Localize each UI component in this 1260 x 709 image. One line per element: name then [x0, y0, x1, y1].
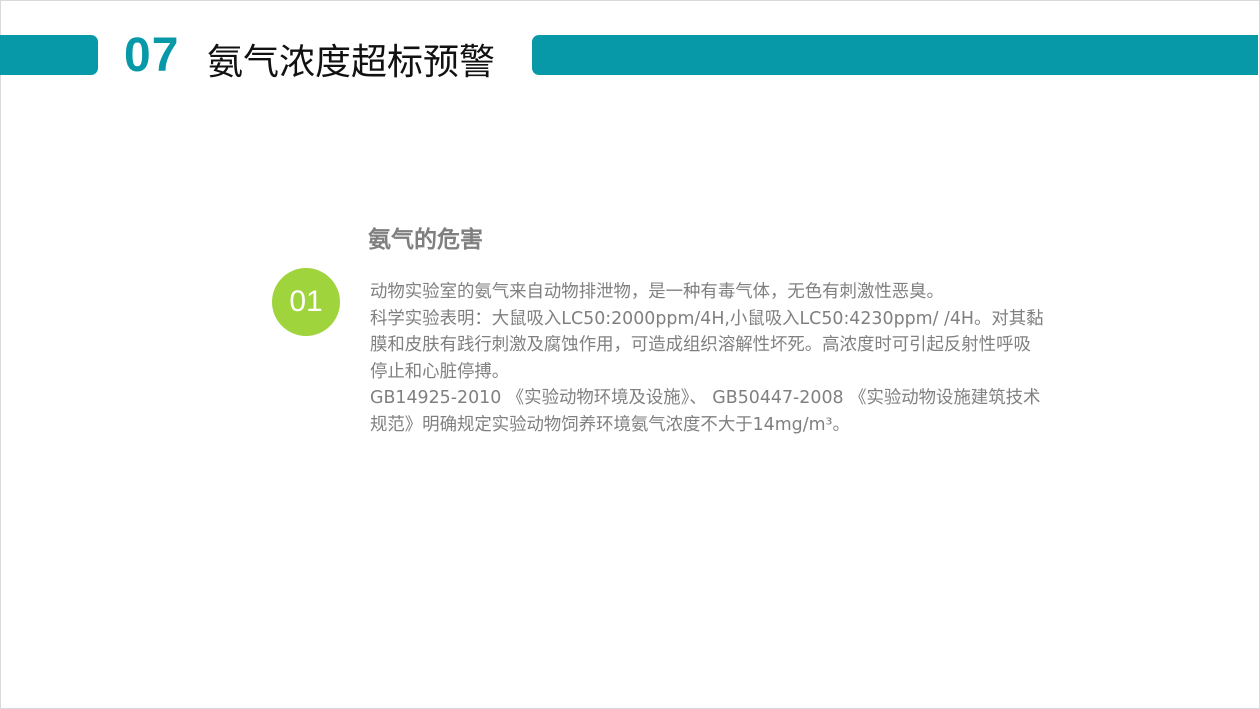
body-line: 规范》明确规定实验动物饲养环境氨气浓度不大于14mg/m³。 [370, 414, 850, 435]
header-accent-bar-left [0, 35, 98, 75]
header-accent-bar-right [532, 35, 1258, 75]
body-line: 膜和皮肤有践行刺激及腐蚀作用，可造成组织溶解性坏死。高浓度时可引起反射性呼吸 [370, 335, 1031, 355]
body-line: 动物实验室的氨气来自动物排泄物，是一种有毒气体，无色有刺激性恶臭。 [370, 282, 944, 302]
body-line: 科学实验表明：大鼠吸入LC50:2000ppm/4H,小鼠吸入LC50:4230… [370, 308, 1044, 329]
body-line: 停止和心脏停搏。 [370, 361, 510, 382]
page-title: 氨气浓度超标预警 [207, 42, 496, 83]
body-line: GB14925-2010 《实验动物环境及设施》、 GB50447-2008 《… [370, 388, 1041, 408]
content-heading: 氨气的危害 [368, 227, 483, 253]
section-number: 07 [124, 29, 180, 82]
item-number-badge: 01 [272, 268, 340, 336]
content-body: 动物实验室的氨气来自动物排泄物，是一种有毒气体，无色有刺激性恶臭。 科学实验表明… [370, 279, 1070, 438]
item-number-label: 01 [289, 285, 323, 318]
